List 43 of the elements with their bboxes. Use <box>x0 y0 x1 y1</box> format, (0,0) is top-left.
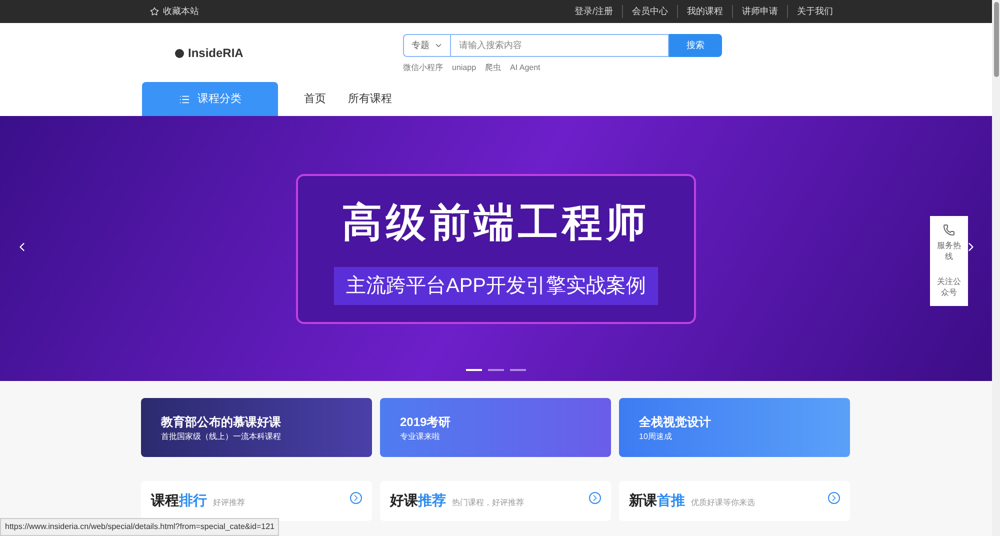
logo[interactable]: InsideRIA <box>175 44 335 62</box>
section-subtitle: 好评推荐 <box>213 497 245 509</box>
nav-link[interactable]: 所有课程 <box>348 90 392 108</box>
hot-word-link[interactable]: uniapp <box>452 62 476 74</box>
promo-subtitle: 10周速成 <box>639 430 673 442</box>
scope-select[interactable]: 专题 <box>403 34 451 57</box>
promo-title: 2019考研 <box>400 414 452 430</box>
top-link[interactable]: 登录/注册 <box>565 4 622 18</box>
promo-title: 教育部公布的慕课好课 <box>161 414 282 430</box>
promo-card[interactable]: 全栈视觉设计 10周速成 <box>619 398 850 457</box>
logo-icon <box>175 48 184 58</box>
promo-title: 全栈视觉设计 <box>639 414 712 430</box>
top-link[interactable]: 我的课程 <box>677 4 732 18</box>
section-title: 新课首推 <box>629 491 685 510</box>
top-link[interactable]: 会员中心 <box>622 4 677 18</box>
section-title: 课程排行 <box>151 491 207 510</box>
promo-card[interactable]: 2019考研 专业课来啦 <box>380 398 611 457</box>
bookmark-link[interactable]: 收藏本站 <box>150 4 199 18</box>
banner-subtitle: 主流跨平台APP开发引擎实战案例 <box>334 266 658 304</box>
top-link[interactable]: 讲师申请 <box>732 4 787 18</box>
search-button[interactable]: 搜索 <box>669 34 722 57</box>
phone-icon <box>943 224 955 236</box>
promo-subtitle: 专业课来啦 <box>400 430 441 442</box>
category-button[interactable]: 课程分类 <box>142 82 278 116</box>
nav-link[interactable]: 首页 <box>304 90 326 108</box>
top-link[interactable]: 关于我们 <box>787 4 842 18</box>
logo-text: InsideRIA <box>188 45 244 62</box>
chevron-icon <box>434 41 442 50</box>
scrollbar[interactable] <box>992 0 1000 536</box>
banner-title: 高级前端工程师 <box>342 200 650 246</box>
section-title: 好课推荐 <box>390 491 446 510</box>
section-subtitle: 优质好课等你来选 <box>691 497 755 509</box>
promo-subtitle: 首批国家级（线上）一流本科课程 <box>161 430 282 442</box>
side-float-item[interactable]: 关注公众号 <box>936 276 962 298</box>
status-url: https://www.insideria.cn/web/special/details.html?from=special_cate&id=121 <box>0 518 280 536</box>
promo-card[interactable]: 教育部公布的慕课好课 首批国家级（线上）一流本科课程 <box>141 398 372 457</box>
section-subtitle: 热门课程，好评推荐 <box>452 497 524 509</box>
hot-word-link[interactable]: AI Agent <box>510 62 540 74</box>
star-icon <box>150 7 159 16</box>
hot-word-link[interactable]: 微信小程序 <box>403 62 443 74</box>
search-field[interactable]: 请输入搜索内容 <box>451 34 669 57</box>
side-float-item[interactable]: 服务热线 <box>936 224 962 262</box>
hot-word-link[interactable]: 爬虫 <box>485 62 502 74</box>
